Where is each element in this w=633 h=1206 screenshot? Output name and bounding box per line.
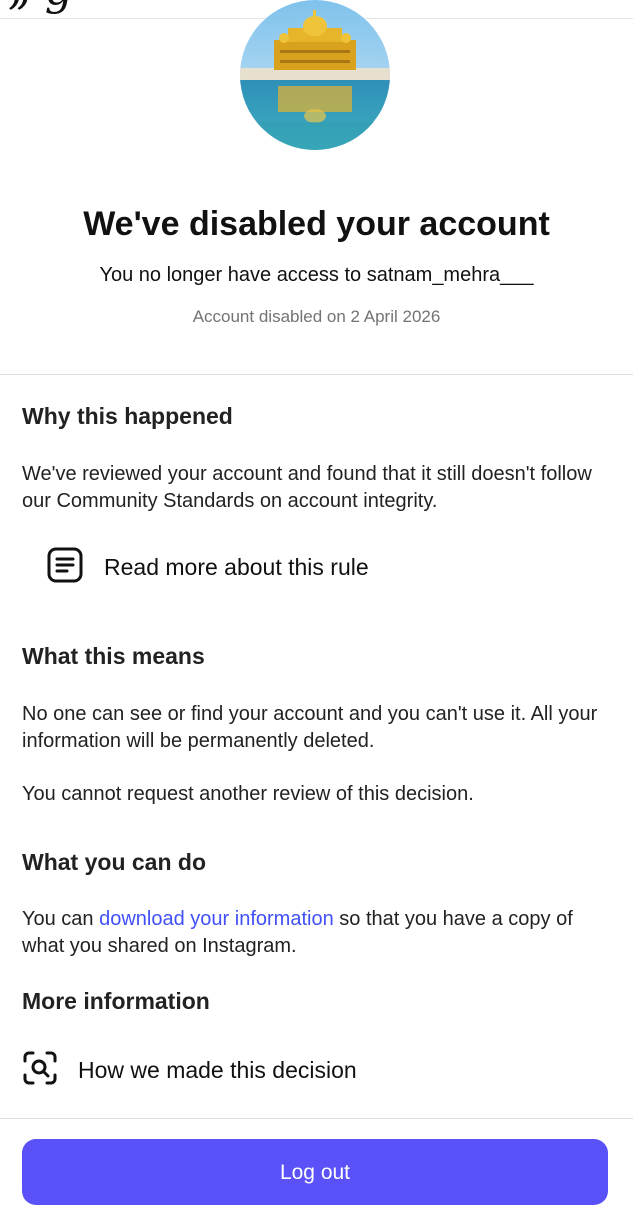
means-body-1: No one can see or find your account and … bbox=[22, 703, 598, 752]
why-heading: Why this happened bbox=[22, 403, 233, 429]
section-divider bbox=[0, 374, 633, 375]
page-title: We've disabled your account bbox=[83, 205, 550, 243]
cando-body: You can download your information so tha… bbox=[22, 906, 612, 960]
decision-label: How we made this decision bbox=[78, 1057, 357, 1083]
search-scan-icon bbox=[22, 1050, 58, 1091]
read-rule-label: Read more about this rule bbox=[104, 554, 369, 580]
footer-divider bbox=[0, 1118, 633, 1119]
cando-heading: What you can do bbox=[22, 849, 206, 875]
account-access-text: You no longer have access to satnam_mehr… bbox=[99, 264, 534, 286]
read-rule-link[interactable]: Read more about this rule bbox=[47, 547, 369, 588]
cando-prefix: You can bbox=[22, 908, 100, 930]
document-lines-icon bbox=[47, 547, 83, 588]
more-heading: More information bbox=[22, 988, 210, 1014]
means-body-2: You cannot request another review of thi… bbox=[22, 783, 474, 805]
why-body: We've reviewed your account and found th… bbox=[22, 463, 592, 512]
avatar bbox=[240, 0, 390, 150]
decision-link[interactable]: How we made this decision bbox=[22, 1050, 357, 1091]
download-information-link[interactable]: download your information bbox=[99, 908, 334, 930]
app-logo: „ g bbox=[8, 0, 73, 15]
means-heading: What this means bbox=[22, 643, 205, 669]
disabled-date: Account disabled on 2 April 2026 bbox=[192, 307, 441, 326]
logout-button[interactable]: Log out bbox=[22, 1139, 608, 1205]
